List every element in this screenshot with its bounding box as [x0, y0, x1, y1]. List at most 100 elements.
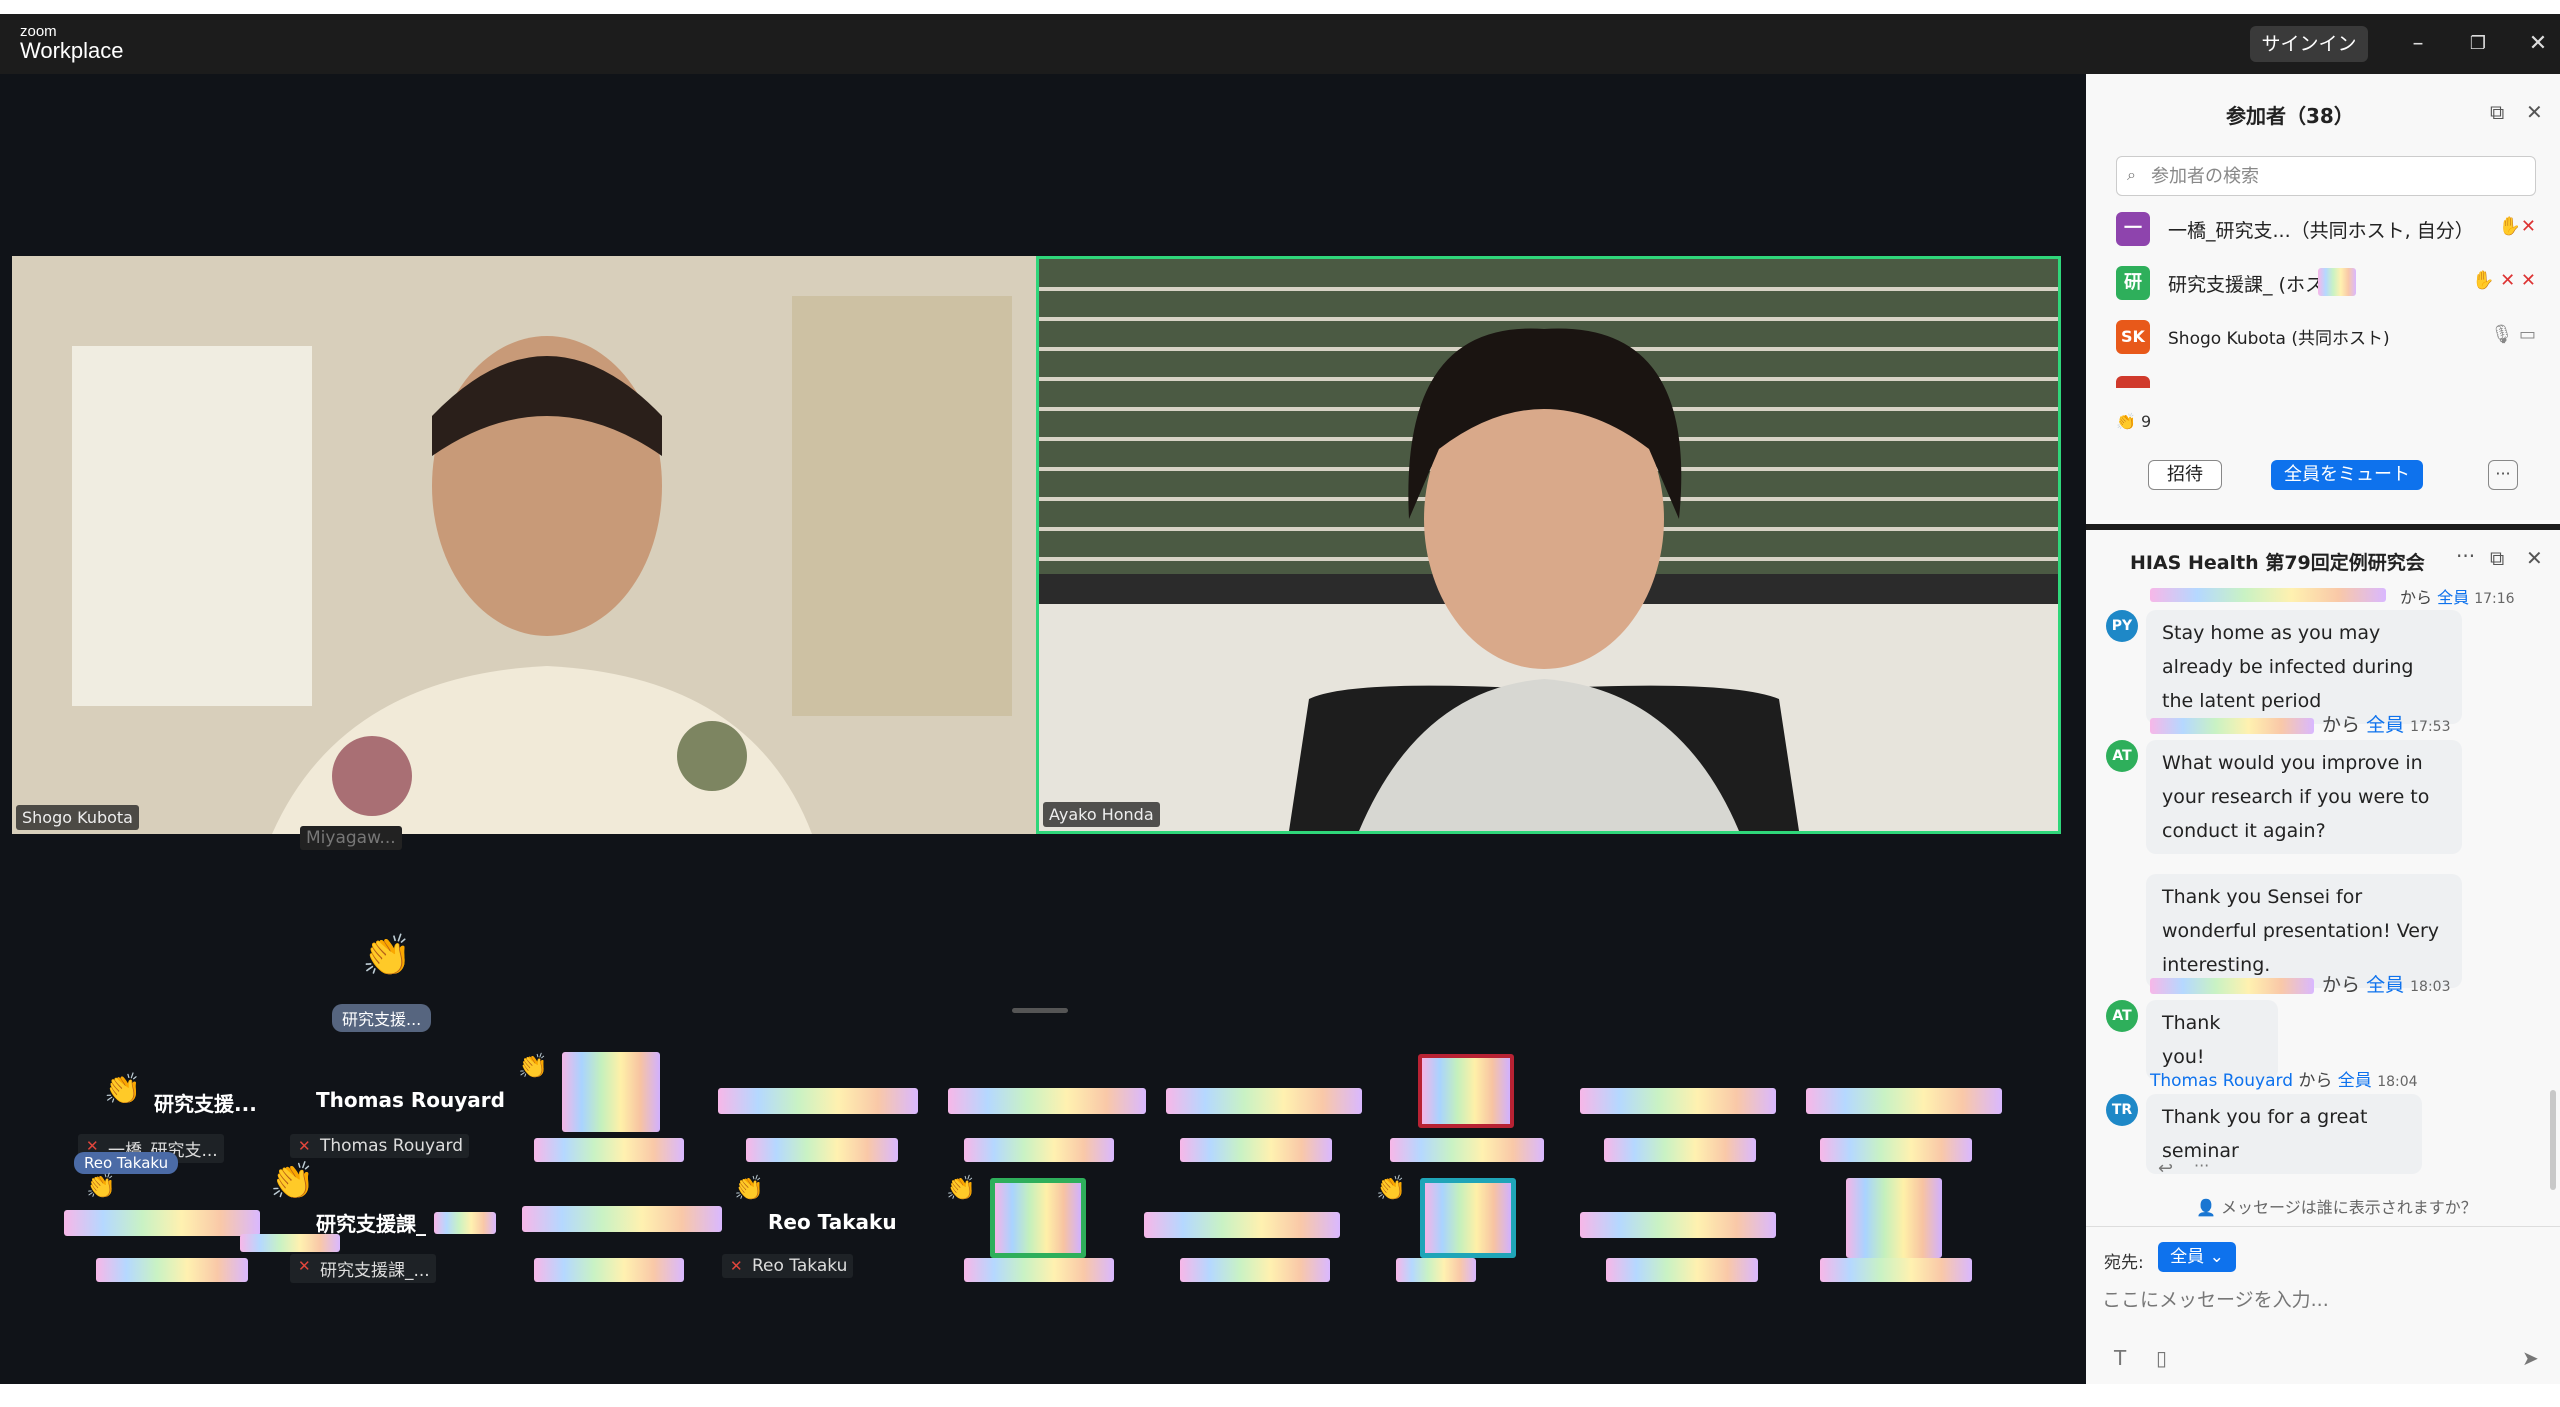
chat-panel: HIAS Health 第79回定例研究会 ··· ⧉ ✕ から 全員 17:1… — [2086, 530, 2560, 1384]
text-format-icon[interactable]: T — [2114, 1346, 2126, 1370]
mic-muted-icon[interactable]: ✋ ✕ ✕ — [2472, 270, 2536, 291]
gallery-scroll-handle[interactable] — [1012, 1008, 1068, 1013]
tile-sub-text: Thomas Rouyard — [320, 1136, 463, 1156]
mic-muted-icon: ✕ — [298, 1137, 311, 1155]
pop-out-icon[interactable]: ⧉ — [2490, 100, 2504, 124]
meta-from: から — [2322, 974, 2361, 996]
redacted-label — [1604, 1138, 1756, 1162]
tile-name[interactable]: 研究支援課_ — [316, 1208, 426, 1237]
tile-name[interactable]: 研究支援... — [154, 1088, 257, 1117]
minimize-icon[interactable]: – — [2400, 26, 2436, 62]
video-name-tag: Shogo Kubota — [16, 805, 139, 830]
redacted-name — [1580, 1088, 1776, 1114]
redacted-label — [964, 1138, 1114, 1162]
clapping-hands-icon: 👏 — [518, 1052, 548, 1080]
avatar: 研 — [2116, 266, 2150, 300]
participant-name: Shogo Kubota (共同ホスト) — [2168, 329, 2390, 349]
more-options-button[interactable]: ··· — [2488, 460, 2518, 490]
reply-icon[interactable]: ↩ — [2158, 1158, 2173, 1179]
reaction-count-value: 9 — [2141, 412, 2152, 431]
mic-muted-icon[interactable]: ✋✕ — [2499, 216, 2537, 237]
redacted-name — [1144, 1212, 1340, 1238]
participant-search-input[interactable] — [2151, 163, 2521, 189]
recipient-label: 宛先: — [2104, 1253, 2144, 1273]
recipient-select[interactable]: 全員 ⌄ — [2158, 1242, 2236, 1272]
file-icon[interactable]: ▯ — [2156, 1346, 2167, 1370]
avatar — [2116, 376, 2150, 388]
avatar: AT — [2106, 740, 2138, 772]
redacted-name — [2318, 268, 2356, 296]
redacted-name — [948, 1088, 1146, 1114]
close-icon[interactable]: ✕ — [2520, 26, 2556, 62]
invite-button[interactable]: 招待 — [2148, 460, 2222, 490]
redacted-name — [1806, 1088, 2002, 1114]
avatar: 一 — [2116, 212, 2150, 246]
participant-row[interactable]: 研 研究支援課_ (ホスト) ✋ ✕ ✕ — [2116, 262, 2536, 306]
meta-from: から — [2400, 588, 2433, 607]
pop-out-icon[interactable]: ⧉ — [2490, 546, 2504, 570]
meta-to: 全員 — [2437, 588, 2470, 607]
clapping-hands-icon: 👏 — [946, 1174, 976, 1202]
close-icon[interactable]: ✕ — [2526, 100, 2543, 124]
mute-all-button[interactable]: 全員をミュート — [2271, 460, 2423, 490]
video-name-tag: Ayako Honda — [1043, 802, 1160, 827]
participants-title: 参加者（38） — [2226, 104, 2354, 128]
redacted-label — [746, 1138, 898, 1162]
meta-time: 18:04 — [2377, 1074, 2418, 1090]
signin-button[interactable]: サインイン — [2250, 26, 2368, 62]
meta-from: から — [2298, 1071, 2333, 1091]
video-tile-shogo-kubota[interactable]: Shogo Kubota — [12, 256, 1037, 834]
chat-message: Stay home as you may already be infected… — [2146, 610, 2462, 724]
visibility-note[interactable]: 👤 メッセージは誰に表示されますか？ — [2196, 1194, 2477, 1218]
avatar: PY — [2106, 610, 2138, 642]
divider — [2086, 1226, 2560, 1227]
send-icon[interactable]: ➤ — [2522, 1346, 2539, 1370]
avatar: TR — [2106, 1094, 2138, 1126]
participant-search-box[interactable]: ⌕ — [2116, 156, 2536, 196]
tile-sub-text: Reo Takaku — [752, 1256, 848, 1276]
meta-from: から — [2322, 714, 2361, 736]
redacted-label — [1180, 1138, 1332, 1162]
clapping-hands-icon: 👏 — [734, 1174, 764, 1202]
redacted-thumbnail — [1846, 1178, 1942, 1258]
message-meta: Thomas Rouyard から 全員 18:04 — [2150, 1066, 2418, 1091]
meta-to: 全員 — [2366, 714, 2405, 736]
close-icon[interactable]: ✕ — [2526, 546, 2543, 570]
tile-sub-text: 研究支援課_... — [320, 1261, 430, 1281]
person-icon: 👤 — [2196, 1198, 2222, 1217]
chat-message-input[interactable] — [2102, 1282, 2542, 1318]
redacted-thumbnail — [1420, 1178, 1516, 1258]
redacted-label — [1820, 1138, 1972, 1162]
meta-time: 17:53 — [2410, 719, 2451, 735]
reaction-name-pill: Reo Takaku — [74, 1152, 179, 1174]
redacted-thumbnail — [562, 1052, 660, 1132]
clapping-hands-icon: 👏 — [270, 1161, 315, 1202]
participants-panel: 参加者（38） ⧉ ✕ ⌕ 一 一橋_研究支...（共同ホスト, 自分） ✋✕ … — [2086, 74, 2560, 524]
redacted-label — [1606, 1258, 1758, 1282]
chat-message: What would you improve in your research … — [2146, 740, 2462, 854]
redacted-label — [1396, 1258, 1476, 1282]
redacted-label — [534, 1258, 684, 1282]
chat-message: Thank you for a great seminar — [2146, 1094, 2422, 1174]
redacted-name — [1166, 1088, 1362, 1114]
message-meta: から 全員 17:16 — [2400, 584, 2515, 608]
microphone-icon[interactable]: 🎙 ▭ — [2490, 324, 2536, 345]
redacted-name — [718, 1088, 918, 1114]
chat-title: HIAS Health 第79回定例研究会 — [2130, 552, 2425, 574]
meta-to: 全員 — [2366, 974, 2405, 996]
tile-sub-label: ✕ Thomas Rouyard — [290, 1134, 469, 1158]
tile-name[interactable]: Reo Takaku — [768, 1210, 897, 1234]
chat-scrollbar[interactable] — [2550, 1090, 2556, 1190]
participant-row[interactable]: 一 一橋_研究支...（共同ホスト, 自分） ✋✕ — [2116, 208, 2536, 252]
tile-name[interactable]: Thomas Rouyard — [316, 1088, 505, 1112]
redacted-label — [96, 1258, 248, 1282]
video-tile-ayako-honda[interactable]: Ayako Honda — [1036, 256, 2061, 834]
hidden-participant-label: Miyagaw... — [300, 826, 402, 850]
more-icon[interactable]: ··· — [2194, 1156, 2209, 1175]
participant-row[interactable]: SK Shogo Kubota (共同ホスト) 🎙 ▭ — [2116, 316, 2536, 360]
restore-icon[interactable]: ❐ — [2460, 26, 2496, 62]
video-feed-left — [12, 256, 1037, 834]
tile-sub-label: ✕ Reo Takaku — [722, 1254, 854, 1278]
more-icon[interactable]: ··· — [2456, 544, 2475, 568]
meta-to: 全員 — [2337, 1071, 2372, 1091]
